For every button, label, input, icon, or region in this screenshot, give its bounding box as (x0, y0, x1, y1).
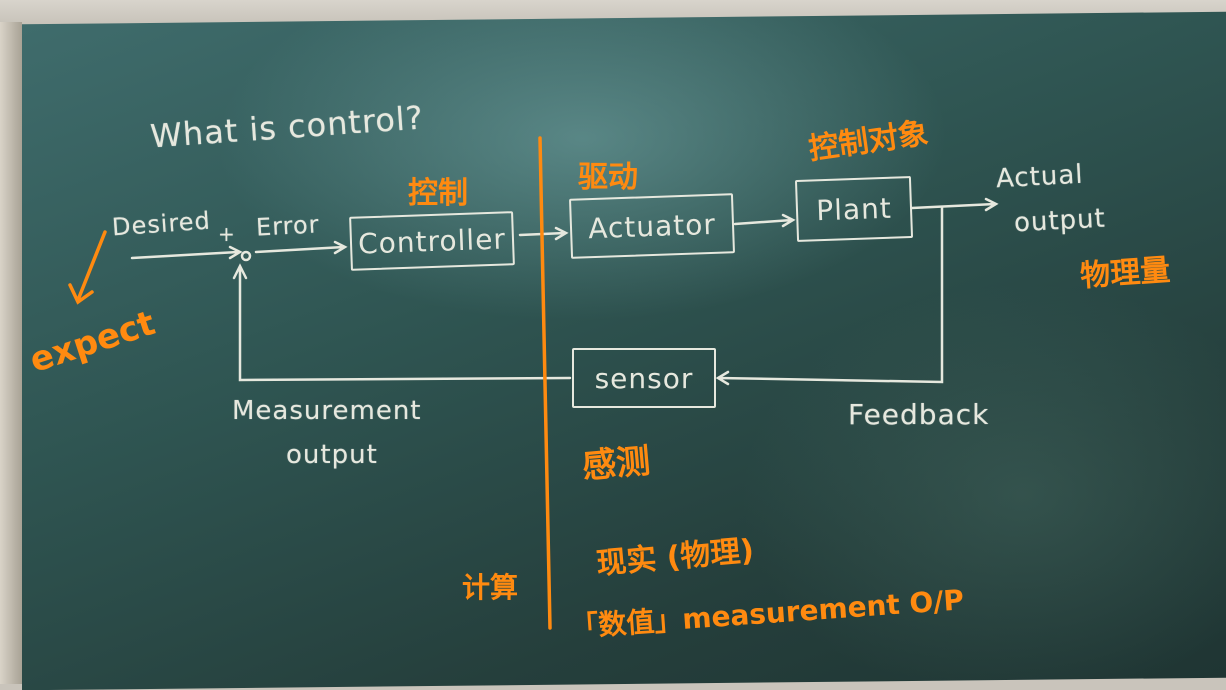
plant-output-arrow (910, 197, 999, 212)
plant-label: Plant (815, 191, 893, 227)
actuator-label: Actuator (587, 207, 717, 245)
divider-line (538, 136, 552, 630)
controller-label: Controller (357, 221, 507, 261)
measurement-line (232, 263, 572, 382)
actuator-to-plant-arrow (733, 213, 796, 228)
error-arrow (254, 240, 348, 255)
actuator-cn-annotation: 驱动 (578, 160, 638, 195)
sensor-label: sensor (594, 361, 694, 395)
actuator-block: Actuator (569, 193, 735, 259)
plant-block: Plant (794, 175, 914, 243)
compute-annotation: 计算 (462, 571, 519, 604)
physical-quantity-annotation: 物理量 (1079, 252, 1172, 295)
feedback-label: Feedback (848, 398, 990, 431)
controller-block: Controller (349, 211, 515, 271)
actual-output-label-line1: Actual (995, 159, 1085, 195)
controller-cn-annotation: 控制 (408, 176, 468, 211)
desired-arrow (130, 245, 243, 260)
expect-arrow (68, 230, 107, 305)
measurement-output-label-line2: output (286, 440, 378, 470)
error-label: Error (255, 210, 321, 242)
sensor-cn-annotation: 感测 (580, 441, 652, 487)
sensor-block: sensor (572, 348, 716, 408)
plus-sign: + (218, 222, 236, 246)
actual-output-label-line2: output (1013, 203, 1107, 239)
measurement-output-label-line1: Measurement (232, 396, 422, 426)
summing-junction (240, 250, 252, 262)
